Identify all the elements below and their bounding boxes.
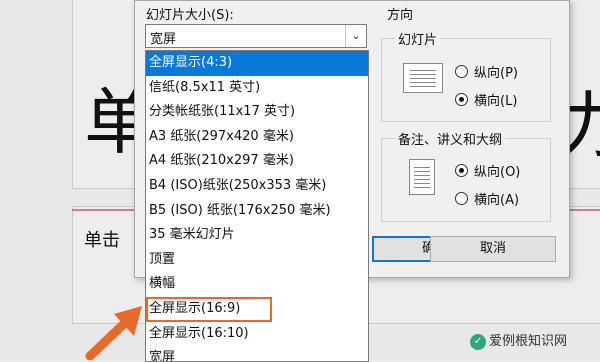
notes-portrait-label: 纵向(O) bbox=[474, 165, 521, 180]
slide-size-label: 幻灯片大小(S): bbox=[146, 8, 234, 23]
dropdown-item[interactable]: 35 毫米幻灯片 bbox=[146, 223, 368, 248]
slides-portrait-label: 纵向(P) bbox=[474, 66, 518, 81]
dropdown-item-highlighted[interactable]: 全屏显示(16:9) bbox=[146, 296, 272, 322]
portrait-page-icon bbox=[409, 159, 435, 195]
landscape-page-icon bbox=[403, 63, 443, 93]
watermark-logo-icon: ✓ bbox=[470, 333, 486, 350]
dropdown-item[interactable]: A3 纸张(297x420 毫米) bbox=[146, 125, 368, 150]
radio-button[interactable] bbox=[455, 93, 468, 106]
cancel-button[interactable]: 取消 bbox=[430, 236, 556, 262]
chevron-down-icon[interactable]: ⌄ bbox=[345, 25, 366, 47]
dropdown-item[interactable]: B4 (ISO)纸张(250x353 毫米) bbox=[146, 174, 368, 199]
dropdown-item[interactable]: 信纸(8.5x11 英寸) bbox=[146, 76, 368, 101]
dropdown-item[interactable]: 横幅 bbox=[146, 272, 368, 297]
dropdown-item[interactable]: 全屏显示(4:3) bbox=[146, 51, 368, 76]
notes-portrait-option[interactable]: 纵向(O) bbox=[455, 161, 520, 180]
slides-landscape-label: 横向(L) bbox=[474, 94, 518, 109]
watermark: ✓ 爱例根知识网 bbox=[470, 330, 567, 350]
slides-group-label: 幻灯片 bbox=[395, 29, 441, 48]
radio-button[interactable] bbox=[455, 164, 468, 177]
orientation-label: 方向 bbox=[387, 8, 414, 23]
notes-group-label: 备注、讲义和大纲 bbox=[395, 129, 506, 148]
notes-landscape-label: 横向(A) bbox=[474, 193, 520, 208]
watermark-text: 爱例根知识网 bbox=[489, 334, 568, 349]
dropdown-item[interactable]: 顶置 bbox=[146, 248, 368, 273]
slide-subtitle-text: 单击 bbox=[84, 230, 120, 251]
notes-orientation-group bbox=[381, 138, 551, 222]
dropdown-item[interactable]: 分类帐纸张(11x17 英寸) bbox=[146, 100, 368, 125]
slides-landscape-option[interactable]: 横向(L) bbox=[455, 90, 517, 109]
slide-size-combo[interactable]: 宽屏 ⌄ bbox=[145, 24, 367, 48]
radio-button[interactable] bbox=[455, 65, 468, 78]
notes-landscape-option[interactable]: 横向(A) bbox=[455, 189, 519, 208]
annotation-arrow-icon bbox=[85, 306, 142, 360]
radio-button[interactable] bbox=[455, 192, 468, 205]
dropdown-item[interactable]: B5 (ISO) 纸张(176x250 毫米) bbox=[146, 199, 368, 224]
slide-size-dropdown: 全屏显示(4:3) 信纸(8.5x11 英寸) 分类帐纸张(11x17 英寸) … bbox=[145, 50, 369, 362]
slide-size-combo-value: 宽屏 bbox=[150, 32, 177, 47]
dropdown-item[interactable]: 全屏显示(16:10) bbox=[146, 322, 368, 347]
dropdown-item[interactable]: A4 纸张(210x297 毫米) bbox=[146, 149, 368, 174]
slides-portrait-option[interactable]: 纵向(P) bbox=[455, 62, 518, 81]
